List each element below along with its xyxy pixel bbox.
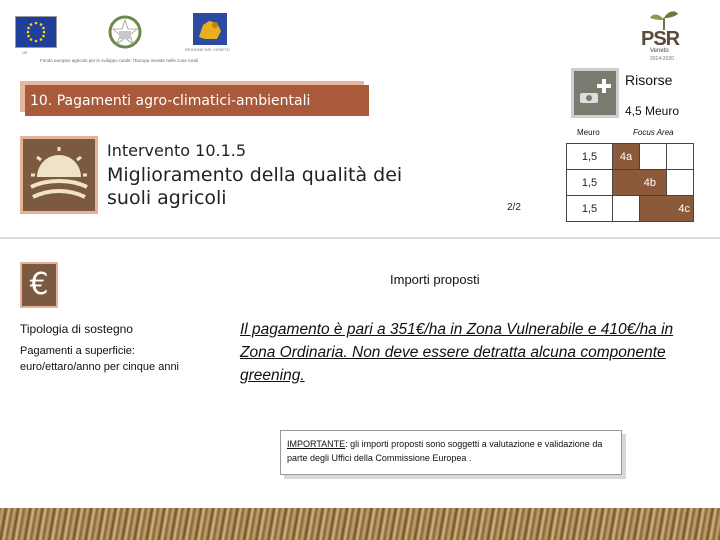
- important-label: IMPORTANTE: [287, 439, 346, 449]
- italy-emblem-icon: [108, 15, 142, 49]
- intervention-code: Intervento 10.1.5: [107, 141, 247, 160]
- sun-field-icon: [30, 147, 88, 199]
- soil-quality-icon: [20, 136, 98, 214]
- section-heading: 10. Pagamenti agro-climatici-ambientali: [25, 85, 369, 116]
- psr-years: 2014-2020: [650, 56, 674, 62]
- table-row: 1,5 4c: [566, 195, 694, 222]
- table-row: 1,5 4b: [566, 169, 694, 196]
- focus-cell: [639, 143, 667, 170]
- psr-region: Veneto: [650, 48, 669, 54]
- resources-title: Risorse: [625, 72, 673, 88]
- focus-area-table: 1,5 4a 1,5 4b 1,5 4c: [566, 143, 694, 222]
- meuro-cell: 1,5: [566, 143, 613, 170]
- support-type-title: Tipologia di sostegno: [20, 322, 133, 336]
- region-caption: REGIONE DEL VENETO: [185, 47, 230, 52]
- meuro-cell: 1,5: [566, 195, 613, 222]
- focus-cell-4c: 4c: [639, 195, 694, 222]
- important-note: IMPORTANTE: gli importi proposti sono so…: [287, 437, 615, 465]
- table-row: 1,5 4a: [566, 143, 694, 170]
- focus-cell: [612, 195, 640, 222]
- eu-stars-icon: [26, 21, 46, 43]
- resources-icon: [571, 68, 619, 118]
- money-plus-icon: [580, 79, 611, 103]
- payment-text: Il pagamento è pari a 351€/ha in Zona Vu…: [240, 321, 674, 384]
- euro-icon: €: [20, 262, 58, 308]
- amounts-title: Importi proposti: [390, 272, 480, 287]
- focus-cell: [666, 169, 694, 196]
- eafrd-tagline: Fondo europeo agricolo per lo sviluppo r…: [40, 58, 198, 63]
- support-type-desc: Pagamenti a superficie: euro/ettaro/anno…: [20, 345, 180, 373]
- wheat-footer-image: [0, 508, 720, 540]
- psr-sprout-icon: [650, 11, 678, 30]
- focus-cell-4b: 4b: [612, 169, 667, 196]
- resources-amount: 4,5 Meuro: [625, 104, 680, 118]
- meuro-column-header: Meuro: [577, 128, 600, 137]
- lion-icon: [199, 21, 221, 39]
- eu-caption: UE: [22, 50, 28, 55]
- veneto-lion-logo: [193, 13, 227, 45]
- section-title: 10. Pagamenti agro-climatici-ambientali: [30, 92, 311, 109]
- meuro-cell: 1,5: [566, 169, 613, 196]
- divider: [0, 237, 720, 239]
- eu-flag-logo: [15, 16, 57, 48]
- page-number: 2/2: [507, 202, 521, 213]
- focus-cell-4a: 4a: [612, 143, 640, 170]
- focus-area-column-header: Focus Area: [633, 128, 674, 137]
- intervention-title: Miglioramento della qualità dei suoli ag…: [107, 164, 403, 209]
- focus-cell: [666, 143, 694, 170]
